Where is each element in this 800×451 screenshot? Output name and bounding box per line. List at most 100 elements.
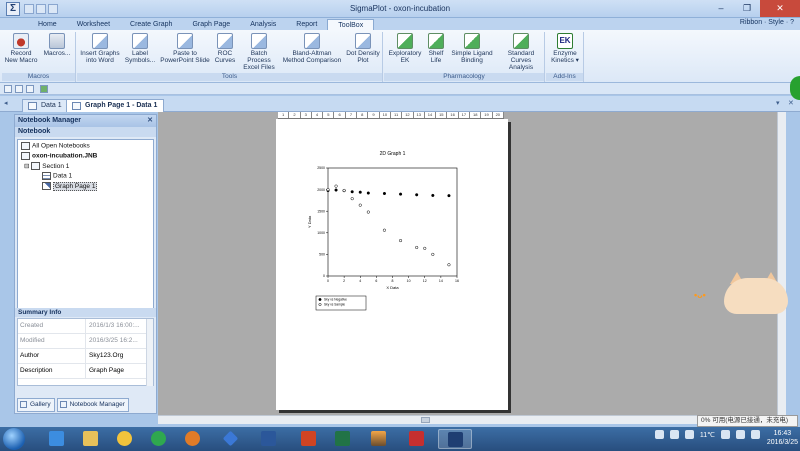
tab-nav-left-icon[interactable]: ◂ [4, 99, 8, 107]
notebook-manager-tab[interactable]: Notebook Manager [56, 398, 129, 412]
network-icon[interactable] [721, 430, 730, 439]
roc-curves-button[interactable]: ROC Curves [213, 33, 237, 64]
excel-icon [335, 431, 350, 446]
x-tick-label: 4 [359, 279, 361, 283]
data-point-sample [350, 197, 354, 201]
battery-icon[interactable] [751, 430, 760, 439]
taskbar-word-app[interactable] [252, 429, 286, 449]
label-symbols-button[interactable]: Label Symbols... [123, 33, 157, 64]
graph-page[interactable]: 2D Graph 1 0 2 4 6 8 10 12 14 16 0 500 1000 1500 2000 2… [276, 119, 508, 410]
tab-close-icon[interactable]: ✕ [788, 99, 794, 107]
ruler-mark: 5 [323, 112, 335, 118]
tree-root[interactable]: All Open Notebooks [21, 142, 90, 150]
tab-report[interactable]: Report [286, 19, 327, 30]
ruler-mark: 17 [459, 112, 471, 118]
ruler-mark: 16 [447, 112, 459, 118]
taskbar-qq-app[interactable] [108, 429, 142, 449]
tab-graph-page[interactable]: Graph Page [182, 19, 240, 30]
sigmaplot-icon [448, 432, 463, 447]
start-button[interactable] [3, 428, 25, 450]
taskbar-browser-app[interactable] [142, 429, 176, 449]
simple-ligand-binding-button[interactable]: Simple Ligand Binding [448, 33, 496, 64]
batch-icon [251, 33, 267, 49]
dot-density-button[interactable]: Dot Density Plot [345, 33, 381, 64]
taskbar-player-app[interactable] [176, 429, 210, 449]
vertical-scrollbar[interactable] [777, 112, 786, 415]
batch-process-button[interactable]: Batch Process Excel Files [239, 33, 279, 71]
taskbar-photo-app[interactable] [362, 429, 396, 449]
legend-marker [318, 303, 322, 306]
standard-curves-button[interactable]: Standard Curves Analysis [498, 33, 544, 71]
insert-graphs-word-button[interactable]: Insert Graphs into Word [79, 33, 121, 64]
scatter-chart[interactable]: 2D Graph 1 0 2 4 6 8 10 12 14 16 0 500 1000 1500 2000 2… [276, 119, 508, 410]
notebooks-icon [21, 142, 30, 150]
taskbar-app[interactable] [400, 429, 434, 449]
ruler-mark: 11 [391, 112, 403, 118]
ruler-mark: 3 [301, 112, 312, 118]
taskbar-clock[interactable]: 16:43 2016/3/25 [767, 429, 798, 447]
tray-app-icon[interactable] [669, 430, 679, 439]
taskbar-powerpoint-app[interactable] [292, 429, 326, 449]
save-icon[interactable] [4, 85, 12, 93]
close-button[interactable]: ✕ [760, 0, 800, 17]
ruler-mark: 6 [334, 112, 346, 118]
tray-app-icon[interactable] [684, 430, 694, 439]
taskbar-explorer-app[interactable] [74, 429, 108, 449]
y-tick-label: 1500 [317, 209, 325, 213]
addins-group: EK Enzyme Kinetics ▾ Add-Ins [546, 32, 584, 82]
enzyme-kinetics-button[interactable]: EK Enzyme Kinetics ▾ [548, 33, 582, 64]
macros-button[interactable]: Macros... [40, 33, 74, 57]
worksheet-icon [42, 172, 51, 180]
y-tick-label: 500 [319, 253, 325, 257]
floating-widget-icon[interactable] [790, 76, 800, 100]
data-point-negative [382, 191, 386, 196]
paste-powerpoint-button[interactable]: Paste to PowerPoint Slide [159, 33, 211, 64]
summary-scrollbar[interactable] [146, 319, 153, 386]
weather-temp[interactable]: 11℃ [700, 431, 715, 439]
label-icon [132, 33, 148, 49]
tray-app-icon[interactable] [654, 430, 664, 439]
undo-icon[interactable] [15, 85, 23, 93]
taskbar-ie-app[interactable] [40, 429, 74, 449]
refresh-icon[interactable] [40, 85, 48, 93]
tab-create-graph[interactable]: Create Graph [120, 19, 182, 30]
close-icon[interactable]: ✕ [147, 115, 153, 127]
tree-section[interactable]: ⊟ Section 1 [24, 162, 69, 171]
tab-toolbox[interactable]: ToolBox [327, 19, 375, 30]
tab-analysis[interactable]: Analysis [240, 19, 286, 30]
ruler-mark: 13 [414, 112, 425, 118]
minimize-button[interactable]: – [708, 0, 734, 17]
tab-home[interactable]: Home [28, 19, 67, 30]
data-point-negative [431, 193, 435, 197]
doc-tab-data-1[interactable]: Data 1 [22, 99, 69, 112]
volume-icon[interactable] [736, 430, 745, 439]
taskbar-app[interactable] [214, 429, 248, 449]
desktop-pet-widget[interactable]: •ᴗ• [694, 268, 794, 316]
shelf-life-button[interactable]: Shelf Life [424, 33, 448, 64]
horizontal-scrollbar[interactable] [158, 415, 786, 424]
tree-notebook[interactable]: oxon-incubation.JNB [21, 152, 97, 160]
word-icon [261, 431, 276, 446]
bland-altman-button[interactable]: Bland-Altman Method Comparison [281, 33, 343, 64]
collapse-icon[interactable]: ⊟ [24, 163, 29, 170]
data-point-sample [342, 188, 346, 193]
ribbon-style-menu[interactable]: Ribbon · Style · ? [740, 19, 794, 26]
taskbar-sigmaplot-app[interactable] [438, 429, 472, 449]
summary-row: Description Graph Page [18, 364, 153, 379]
gallery-tab[interactable]: Gallery [17, 398, 55, 412]
cat-icon [724, 278, 788, 314]
tree-item-graph-page-1[interactable]: Graph Page 1 [42, 181, 98, 191]
taskbar-excel-app[interactable] [326, 429, 360, 449]
scroll-thumb[interactable] [421, 417, 430, 423]
tab-worksheet[interactable]: Worksheet [67, 19, 120, 30]
tree-item-data-1[interactable]: Data 1 [42, 172, 72, 180]
maximize-button[interactable]: ❐ [734, 0, 760, 17]
record-macro-button[interactable]: Record New Macro [4, 33, 38, 64]
data-point-sample [326, 188, 330, 192]
exploratory-ek-button[interactable]: Exploratory EK [386, 33, 424, 64]
redo-icon[interactable] [26, 85, 34, 93]
tab-list-icon[interactable]: ▾ [776, 99, 780, 107]
doc-tab-graph-page-1[interactable]: Graph Page 1 - Data 1 [66, 99, 165, 112]
y-tick-label: 2000 [317, 188, 325, 192]
macro-icon [49, 33, 65, 49]
